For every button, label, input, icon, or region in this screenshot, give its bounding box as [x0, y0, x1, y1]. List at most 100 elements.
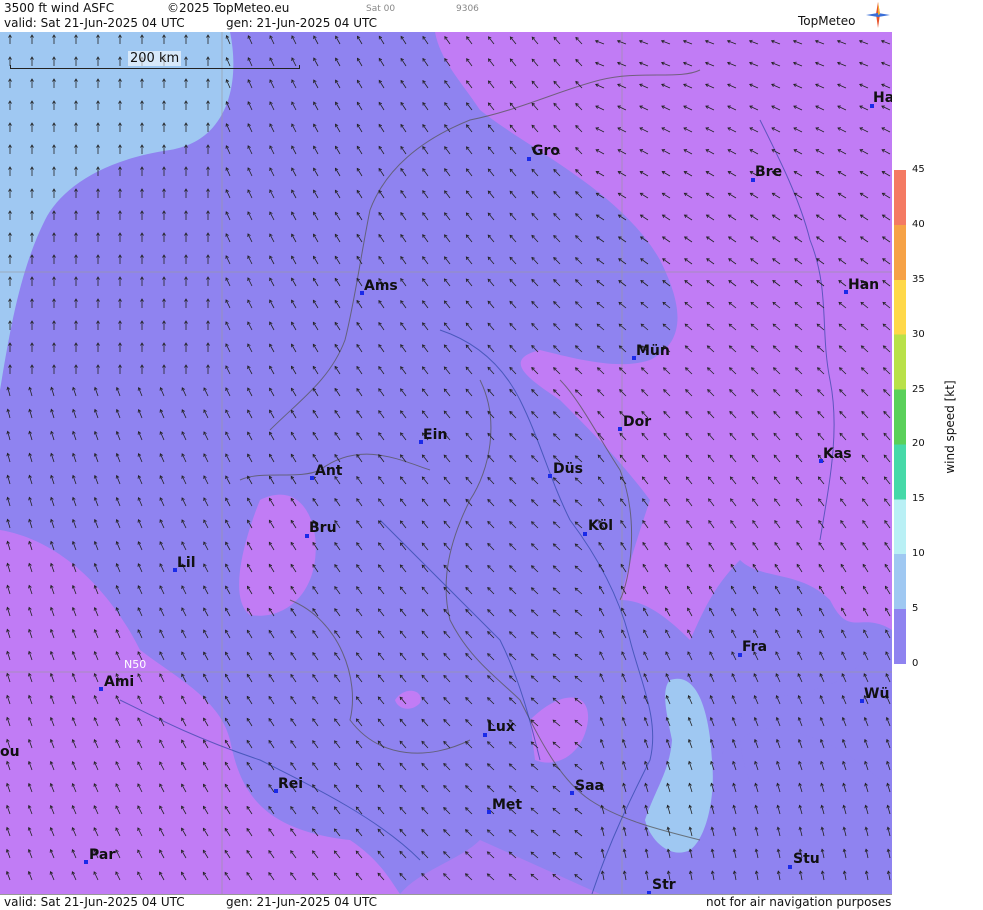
wind-map[interactable]: 200 km N50 Ha Gro Bre Ams Han Mün Dor Ei…	[0, 32, 892, 894]
city-label-bru[interactable]: Bru	[309, 520, 337, 536]
wind-arrow	[530, 785, 539, 793]
wind-arrow	[686, 498, 693, 507]
city-label-met[interactable]: Met	[492, 797, 522, 813]
wind-arrow	[771, 105, 781, 111]
wind-arrow	[552, 631, 561, 639]
wind-arrow	[885, 651, 891, 661]
wind-arrow	[334, 564, 341, 573]
wind-arrow	[705, 83, 715, 89]
wind-arrow	[269, 145, 275, 155]
wind-arrow	[730, 585, 737, 595]
wind-arrow	[748, 61, 759, 67]
city-label-gro[interactable]: Gro	[532, 143, 560, 159]
wind-arrow	[683, 214, 693, 221]
wind-arrow	[247, 145, 253, 155]
wind-arrow	[574, 323, 583, 331]
wind-arrow	[882, 258, 891, 265]
wind-arrow	[312, 321, 319, 331]
wind-arrow	[422, 124, 429, 133]
wind-arrow	[28, 496, 33, 507]
city-label-str[interactable]: Str	[652, 877, 676, 893]
city-label-dor[interactable]: Dor	[623, 414, 651, 430]
wind-arrow	[530, 697, 539, 705]
city-label-lil[interactable]: Lil	[177, 555, 196, 571]
wind-arrow	[685, 454, 693, 463]
wind-arrow	[93, 871, 99, 881]
wind-arrow	[837, 236, 847, 243]
wind-arrow	[203, 717, 209, 727]
wind-arrow	[184, 188, 188, 198]
wind-arrows-layer	[5, 34, 891, 881]
wind-arrow	[861, 410, 869, 419]
wind-arrow	[356, 79, 363, 89]
wind-arrow	[30, 276, 34, 286]
wind-arrow	[886, 804, 891, 815]
city-label-ha[interactable]: Ha	[873, 90, 892, 106]
wind-arrow	[774, 585, 781, 595]
wind-arrow	[28, 474, 33, 485]
wind-arrow	[618, 301, 627, 309]
city-label-kol[interactable]: Köl	[588, 518, 613, 534]
wind-arrow	[290, 629, 297, 639]
wind-arrow	[487, 366, 495, 375]
wind-arrow	[181, 585, 187, 595]
city-label-dus[interactable]: Düs	[553, 461, 583, 477]
wind-arrow	[486, 785, 495, 793]
wind-arrow	[726, 39, 737, 45]
city-label-ams[interactable]: Ams	[364, 278, 398, 294]
wind-arrow	[268, 519, 275, 529]
wind-arrow	[181, 739, 187, 749]
city-label-ami[interactable]: Ami	[104, 674, 134, 690]
wind-arrow	[509, 124, 517, 133]
wind-arrow	[137, 386, 143, 397]
wind-arrow	[356, 608, 363, 617]
wind-arrow	[71, 716, 77, 727]
city-label-par[interactable]: Par	[89, 847, 115, 863]
wind-arrow	[291, 101, 297, 111]
wind-arrow	[509, 256, 517, 265]
city-label-ant[interactable]: Ant	[315, 463, 343, 479]
city-label-mun[interactable]: Mün	[636, 343, 670, 359]
wind-arrow	[706, 280, 715, 287]
wind-arrow	[575, 146, 583, 155]
city-label-saa[interactable]: Saa	[575, 778, 604, 794]
city-label-fra[interactable]: Fra	[742, 639, 767, 655]
wind-arrow	[622, 848, 627, 859]
wind-arrow	[508, 763, 517, 771]
wind-arrow	[400, 388, 407, 397]
wind-arrow	[247, 563, 253, 573]
wind-arrow	[509, 212, 517, 221]
city-label-kas[interactable]: Kas	[823, 446, 852, 462]
wind-arrow	[619, 432, 627, 441]
wind-arrow	[750, 345, 759, 353]
wind-arrow	[162, 254, 166, 264]
wind-arrow	[115, 518, 121, 529]
city-label-stu[interactable]: Stu	[793, 851, 820, 867]
city-label-wu[interactable]: Wü	[864, 686, 889, 702]
wind-arrow	[334, 365, 341, 375]
wind-arrow	[553, 256, 561, 265]
wind-arrow	[751, 410, 759, 419]
wind-arrow	[880, 61, 891, 67]
city-label-ou[interactable]: ou	[0, 744, 20, 760]
city-label-rei[interactable]: Rei	[278, 776, 303, 792]
wind-arrow	[291, 343, 297, 353]
wind-arrow	[730, 541, 737, 551]
wind-arrow	[421, 872, 429, 881]
wind-arrow	[862, 585, 869, 595]
wind-arrow	[622, 782, 627, 793]
wind-arrow	[666, 782, 671, 793]
wind-arrow	[184, 298, 188, 308]
city-label-ein[interactable]: Ein	[423, 427, 447, 443]
wind-arrow	[530, 587, 539, 595]
city-label-bre[interactable]: Bre	[755, 164, 782, 180]
wind-arrow	[816, 280, 825, 287]
wind-arrow	[356, 476, 363, 485]
wind-arrow	[663, 410, 671, 419]
wind-arrow	[666, 804, 671, 815]
wind-arrow	[246, 827, 253, 837]
legend-tick: 15	[912, 493, 925, 505]
wind-arrow	[140, 188, 144, 198]
city-label-han[interactable]: Han	[848, 277, 879, 293]
city-label-lux[interactable]: Lux	[487, 719, 515, 735]
